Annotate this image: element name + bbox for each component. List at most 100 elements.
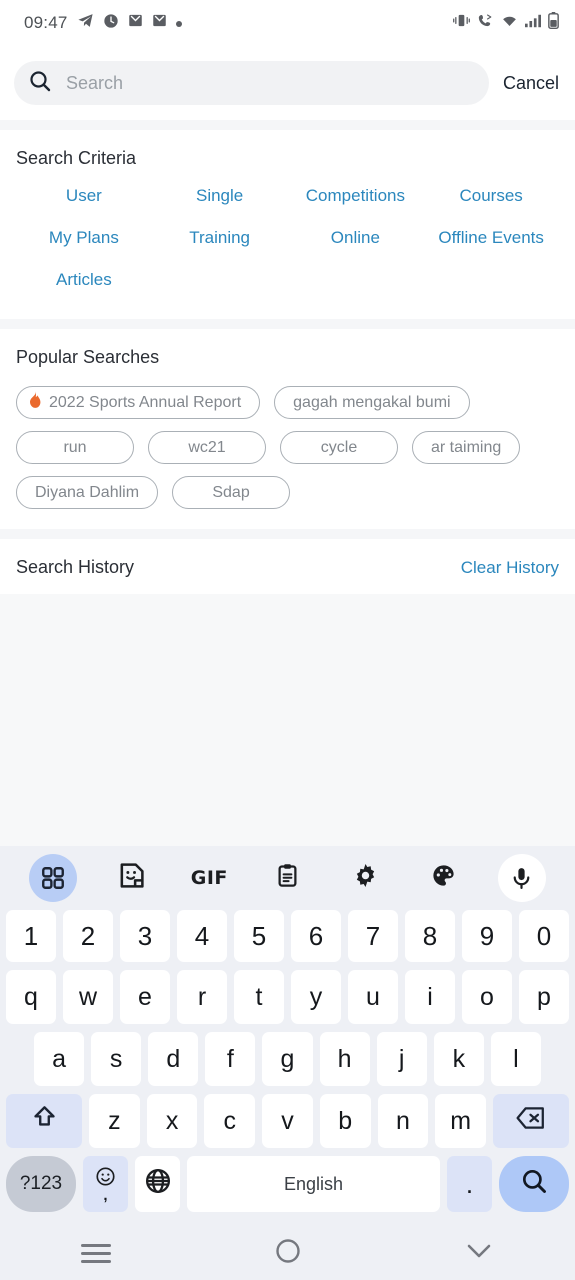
key-s[interactable]: s [91,1032,142,1086]
language-key[interactable] [135,1156,181,1212]
key-b[interactable]: b [319,1094,371,1148]
key-e[interactable]: e [120,970,170,1024]
search-enter-key[interactable] [499,1156,569,1212]
key-l[interactable]: l [490,1032,541,1086]
popular-searches-section: Popular Searches 2022 Sports Annual Repo… [0,329,575,529]
key-j[interactable]: j [376,1032,427,1086]
keyboard-row-function: ?123 , English . [0,1156,575,1216]
nav-back-button[interactable] [383,1240,575,1267]
key-a[interactable]: a [34,1032,85,1086]
search-input[interactable]: Search [14,61,489,105]
key-5[interactable]: 5 [234,910,284,962]
shift-key[interactable] [6,1094,83,1148]
keyboard-settings-button[interactable] [327,854,405,902]
criteria-item-single[interactable]: Single [152,175,288,217]
key-g[interactable]: g [262,1032,313,1086]
gear-icon [352,862,379,894]
criteria-item-courses[interactable]: Courses [423,175,559,217]
popular-searches-title: Popular Searches [16,347,160,367]
search-icon [28,69,52,98]
key-o[interactable]: o [462,970,512,1024]
vibrate-icon [453,13,470,33]
keyboard-apps-button[interactable] [14,854,92,902]
criteria-item-competitions[interactable]: Competitions [288,175,424,217]
key-i[interactable]: i [405,970,455,1024]
backspace-key[interactable] [492,1094,570,1148]
popular-chip-label: wc21 [188,438,226,456]
emoji-key[interactable]: , [82,1156,129,1212]
key-9[interactable]: 9 [462,910,512,962]
popular-chip-diyana-dahlim[interactable]: Diyana Dahlim [16,476,159,509]
popular-chip-gagah[interactable]: gagah mengakal bumi [274,386,470,419]
keyboard-row-bottom-letters: z x c v b n m [0,1094,575,1148]
key-1[interactable]: 1 [6,910,56,962]
popular-chip-run[interactable]: run [16,431,134,464]
keyboard-clipboard-button[interactable] [248,854,326,902]
key-0[interactable]: 0 [519,910,569,962]
search-history-empty-area [0,594,575,846]
mail-icon [128,13,143,33]
key-q[interactable]: q [6,970,56,1024]
keyboard-gif-button[interactable]: GIF [170,854,248,902]
popular-chip-annual-report[interactable]: 2022 Sports Annual Report [16,386,261,419]
key-7[interactable]: 7 [348,910,398,962]
key-k[interactable]: k [433,1032,484,1086]
period-key[interactable]: . [446,1156,493,1212]
clear-history-button[interactable]: Clear History [461,558,559,578]
popular-chip-wc21[interactable]: wc21 [148,431,266,464]
keyboard-voice-button[interactable] [483,854,561,902]
key-z[interactable]: z [89,1094,140,1148]
search-criteria-section: Search Criteria User Single Competitions… [0,130,575,319]
key-y[interactable]: y [291,970,341,1024]
criteria-item-user[interactable]: User [16,175,152,217]
popular-chip-label: gagah mengakal bumi [293,393,451,411]
key-d[interactable]: d [148,1032,199,1086]
popular-chip-sdap[interactable]: Sdap [172,476,291,509]
search-history-title: Search History [16,557,135,577]
key-3[interactable]: 3 [120,910,170,962]
key-t[interactable]: t [234,970,284,1024]
key-6[interactable]: 6 [291,910,341,962]
criteria-item-articles[interactable]: Articles [16,259,152,301]
nav-home-button[interactable] [192,1238,384,1269]
space-key[interactable]: English [187,1156,440,1212]
key-4[interactable]: 4 [177,910,227,962]
key-m[interactable]: m [435,1094,486,1148]
popular-chip-cycle[interactable]: cycle [280,431,398,464]
flame-icon [25,390,45,415]
key-x[interactable]: x [146,1094,198,1148]
dot-icon [175,14,182,32]
home-icon [275,1238,301,1269]
keyboard-theme-button[interactable] [405,854,483,902]
search-criteria-list: User Single Competitions Courses My Plan… [16,175,559,319]
popular-chip-label: cycle [320,438,358,456]
criteria-item-online[interactable]: Online [288,217,424,259]
key-u[interactable]: u [348,970,398,1024]
keyboard-sticker-button[interactable] [92,854,170,902]
key-h[interactable]: h [319,1032,370,1086]
key-p[interactable]: p [519,970,569,1024]
emoji-icon: , [95,1166,116,1203]
key-2[interactable]: 2 [63,910,113,962]
cancel-button[interactable]: Cancel [503,73,559,94]
popular-chip-label: run [63,438,87,456]
shift-icon [31,1104,58,1138]
criteria-item-my-plans[interactable]: My Plans [16,217,152,259]
criteria-item-offline-events[interactable]: Offline Events [423,217,559,259]
key-w[interactable]: w [63,970,113,1024]
key-8[interactable]: 8 [405,910,455,962]
criteria-item-training[interactable]: Training [152,217,288,259]
key-r[interactable]: r [177,970,227,1024]
microphone-icon [497,854,546,902]
keyboard: GIF 1 2 3 4 5 6 7 8 9 0 q w e r t y u i … [0,846,575,1226]
search-history-header: Search History Clear History [16,539,559,594]
key-v[interactable]: v [262,1094,313,1148]
popular-chip-ar-taiming[interactable]: ar taiming [412,431,521,464]
clock-icon [103,13,119,34]
key-c[interactable]: c [204,1094,256,1148]
key-n[interactable]: n [377,1094,429,1148]
nav-recents-button[interactable] [0,1239,192,1268]
key-f[interactable]: f [205,1032,256,1086]
symbols-key[interactable]: ?123 [6,1156,76,1212]
chevron-down-icon [464,1240,494,1267]
